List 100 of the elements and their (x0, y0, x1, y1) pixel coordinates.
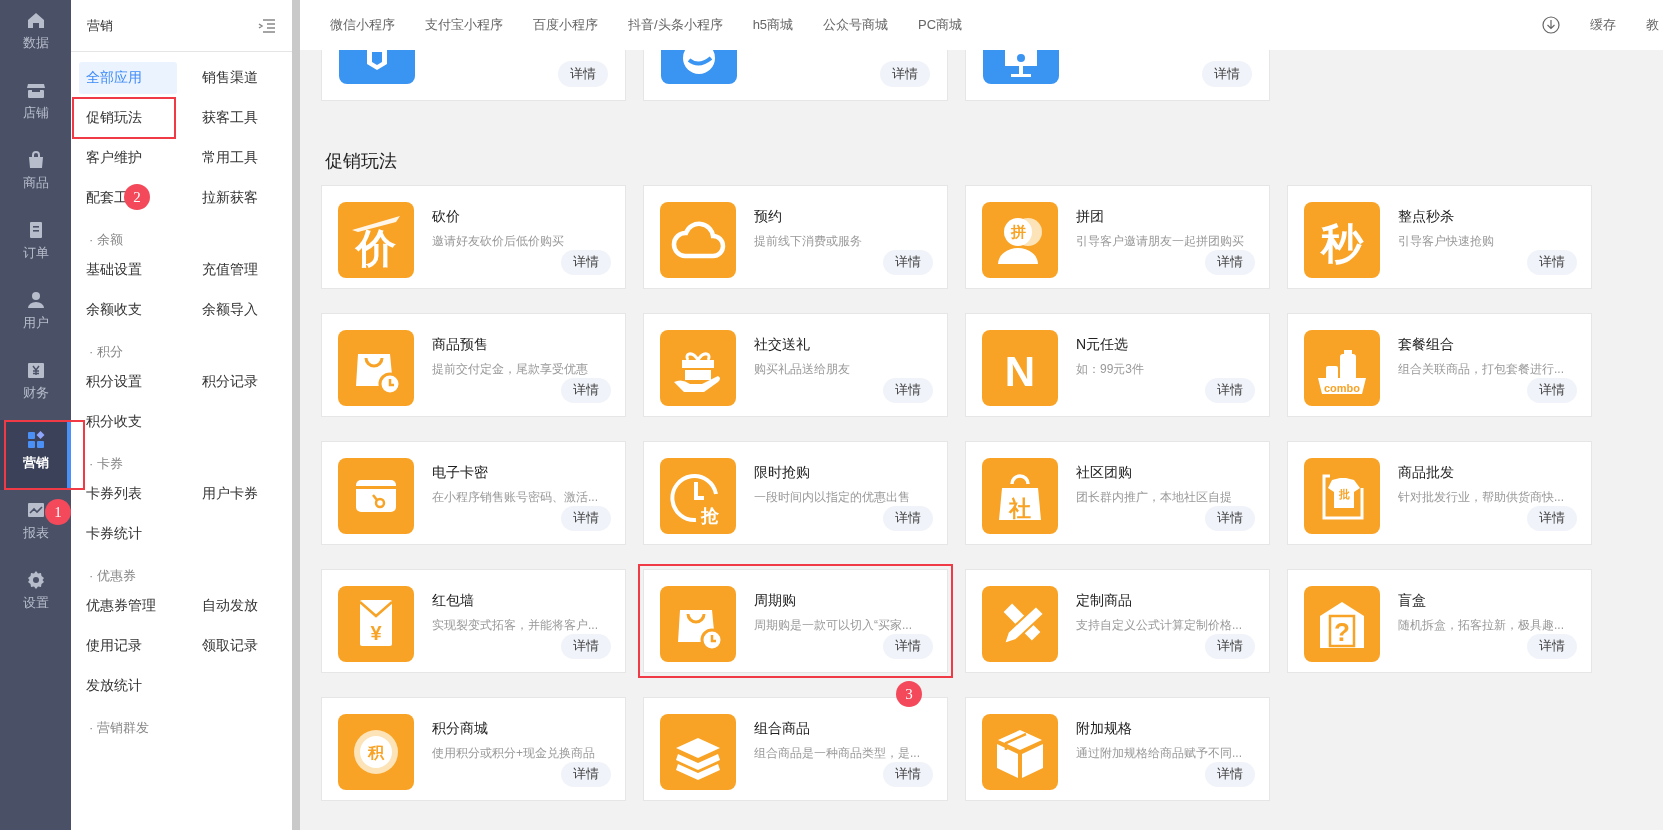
sidebar-item[interactable]: 积分记录 (195, 366, 258, 398)
app-title: 拼团 (1076, 208, 1105, 226)
details-button[interactable]: 详情 (883, 250, 933, 275)
app-title: 商品批发 (1398, 464, 1455, 482)
layers-icon (660, 714, 736, 790)
sidebar-item[interactable]: 使用记录 (79, 630, 142, 662)
details-button[interactable]: 详情 (1202, 61, 1252, 87)
sidebar-item[interactable]: 获客工具 (195, 102, 258, 134)
top-action[interactable]: 缓存 (1590, 16, 1616, 34)
details-button[interactable]: 详情 (561, 250, 611, 275)
nav-label[interactable]: 营销 (22, 454, 49, 472)
app-title: 附加规格 (1076, 720, 1133, 738)
nav-label[interactable]: 报表 (22, 524, 49, 542)
app-description: 引导客户快速抢购 (1398, 233, 1495, 250)
shopping-bag-icon (338, 330, 414, 406)
details-button[interactable]: 详情 (1527, 250, 1577, 275)
details-button[interactable]: 详情 (883, 506, 933, 531)
details-button[interactable]: 详情 (1527, 506, 1577, 531)
cloud-icon (660, 202, 736, 278)
nav-label[interactable]: 用户 (22, 314, 49, 332)
sidebar-item[interactable]: 领取记录 (195, 630, 258, 662)
app-description: 组合关联商品，打包套餐进行... (1398, 361, 1565, 378)
text-icon: N (982, 330, 1058, 406)
app-description: 周期购是一款可以切入“买家... (754, 617, 913, 634)
sidebar-item[interactable]: 常用工具 (195, 142, 258, 174)
details-button[interactable]: 详情 (561, 634, 611, 659)
wholesale-icon: 批 (1304, 458, 1380, 534)
nav-label[interactable]: 订单 (22, 244, 49, 262)
sidebar-item[interactable]: 积分收支 (79, 406, 142, 438)
apps-icon[interactable] (25, 430, 46, 450)
group-title: · 卡券 (88, 455, 124, 473)
app-title: 商品预售 (432, 336, 489, 354)
sidebar-item[interactable]: 发放统计 (79, 670, 142, 702)
sidebar-item[interactable]: 客户维护 (79, 142, 142, 174)
ruler-pencil-icon (982, 586, 1058, 662)
app-title: N元任选 (1076, 336, 1130, 354)
channel-tab[interactable]: 支付宝小程序 (425, 16, 503, 34)
nav-label[interactable]: 设置 (22, 594, 49, 612)
user-icon[interactable] (25, 290, 46, 310)
sidebar-item[interactable]: 销售渠道 (195, 62, 258, 94)
details-button[interactable]: 详情 (1205, 506, 1255, 531)
app-title: 组合商品 (754, 720, 811, 738)
nav-label[interactable]: 财务 (22, 384, 49, 402)
details-button[interactable]: 详情 (1205, 378, 1255, 403)
app-title: 定制商品 (1076, 592, 1133, 610)
app-description: 通过附加规格给商品赋予不同... (1076, 745, 1243, 762)
app-title: 砍价 (432, 208, 461, 226)
details-button[interactable]: 详情 (883, 762, 933, 787)
app-description: 一段时间内以指定的优惠出售 (754, 489, 911, 506)
app-description: 邀请好友砍价后低价购买 (432, 233, 565, 250)
details-button[interactable]: 详情 (1205, 634, 1255, 659)
group-buy-icon: 拼 (982, 202, 1058, 278)
selected-nav-item[interactable]: 营销 (0, 420, 71, 490)
sidebar-item[interactable]: 积分设置 (79, 366, 142, 398)
details-button[interactable]: 详情 (883, 378, 933, 403)
sidebar-item[interactable]: 余额导入 (195, 294, 258, 326)
combo-icon: combo (1304, 330, 1380, 406)
channel-tab[interactable]: PC商城 (918, 16, 963, 34)
app-title: 整点秒杀 (1398, 208, 1455, 226)
sidebar-item[interactable]: 促销玩法 (79, 102, 142, 134)
sidebar-item[interactable]: 基础设置 (79, 254, 142, 286)
app-title: 红包墙 (432, 592, 475, 610)
details-button[interactable]: 详情 (1205, 250, 1255, 275)
home-icon[interactable] (25, 10, 46, 30)
settings-icon[interactable] (25, 570, 46, 590)
sidebar-item[interactable]: 充值管理 (195, 254, 258, 286)
details-button[interactable]: 详情 (1527, 378, 1577, 403)
sidebar-item[interactable]: 自动发放 (195, 590, 258, 622)
details-button[interactable]: 详情 (558, 61, 608, 87)
channel-tab[interactable]: 微信小程序 (330, 16, 395, 34)
shopping-bag-icon (660, 586, 736, 662)
nav-label[interactable]: 数据 (22, 34, 49, 52)
channel-tab[interactable]: 百度小程序 (533, 16, 598, 34)
top-action[interactable]: 教 (1646, 16, 1659, 34)
app-description: 提前交付定金，尾款享受优惠 (432, 361, 589, 378)
card-icon (338, 458, 414, 534)
sidebar-item[interactable]: 余额收支 (79, 294, 142, 326)
sidebar-item[interactable]: 拉新获客 (195, 182, 258, 214)
details-button[interactable]: 详情 (561, 506, 611, 531)
nav-label[interactable]: 商品 (22, 174, 49, 192)
sidebar-item[interactable]: 卡券列表 (79, 478, 142, 510)
sidebar-item[interactable]: 卡券统计 (79, 518, 142, 550)
chart-icon[interactable] (25, 500, 46, 520)
app-description: 在小程序销售账号密码、激活... (432, 489, 599, 506)
details-button[interactable]: 详情 (561, 762, 611, 787)
group-title: · 营销群发 (88, 719, 150, 737)
details-button[interactable]: 详情 (880, 61, 930, 87)
nav-label[interactable]: 店铺 (22, 104, 49, 122)
app-title: 限时抢购 (754, 464, 811, 482)
channel-tab[interactable]: 抖音/头条小程序 (628, 16, 723, 34)
channel-tab[interactable]: h5商城 (752, 16, 794, 34)
sidebar-item[interactable]: 用户卡券 (195, 478, 258, 510)
channel-tab[interactable]: 公众号商城 (823, 16, 889, 34)
details-button[interactable]: 详情 (561, 378, 611, 403)
cash-box-icon[interactable] (25, 360, 46, 380)
app-title: 预约 (754, 208, 783, 226)
details-button[interactable]: 详情 (1205, 762, 1255, 787)
details-button[interactable]: 详情 (883, 634, 933, 659)
details-button[interactable]: 详情 (1527, 634, 1577, 659)
sidebar-item[interactable]: 优惠券管理 (79, 590, 156, 622)
